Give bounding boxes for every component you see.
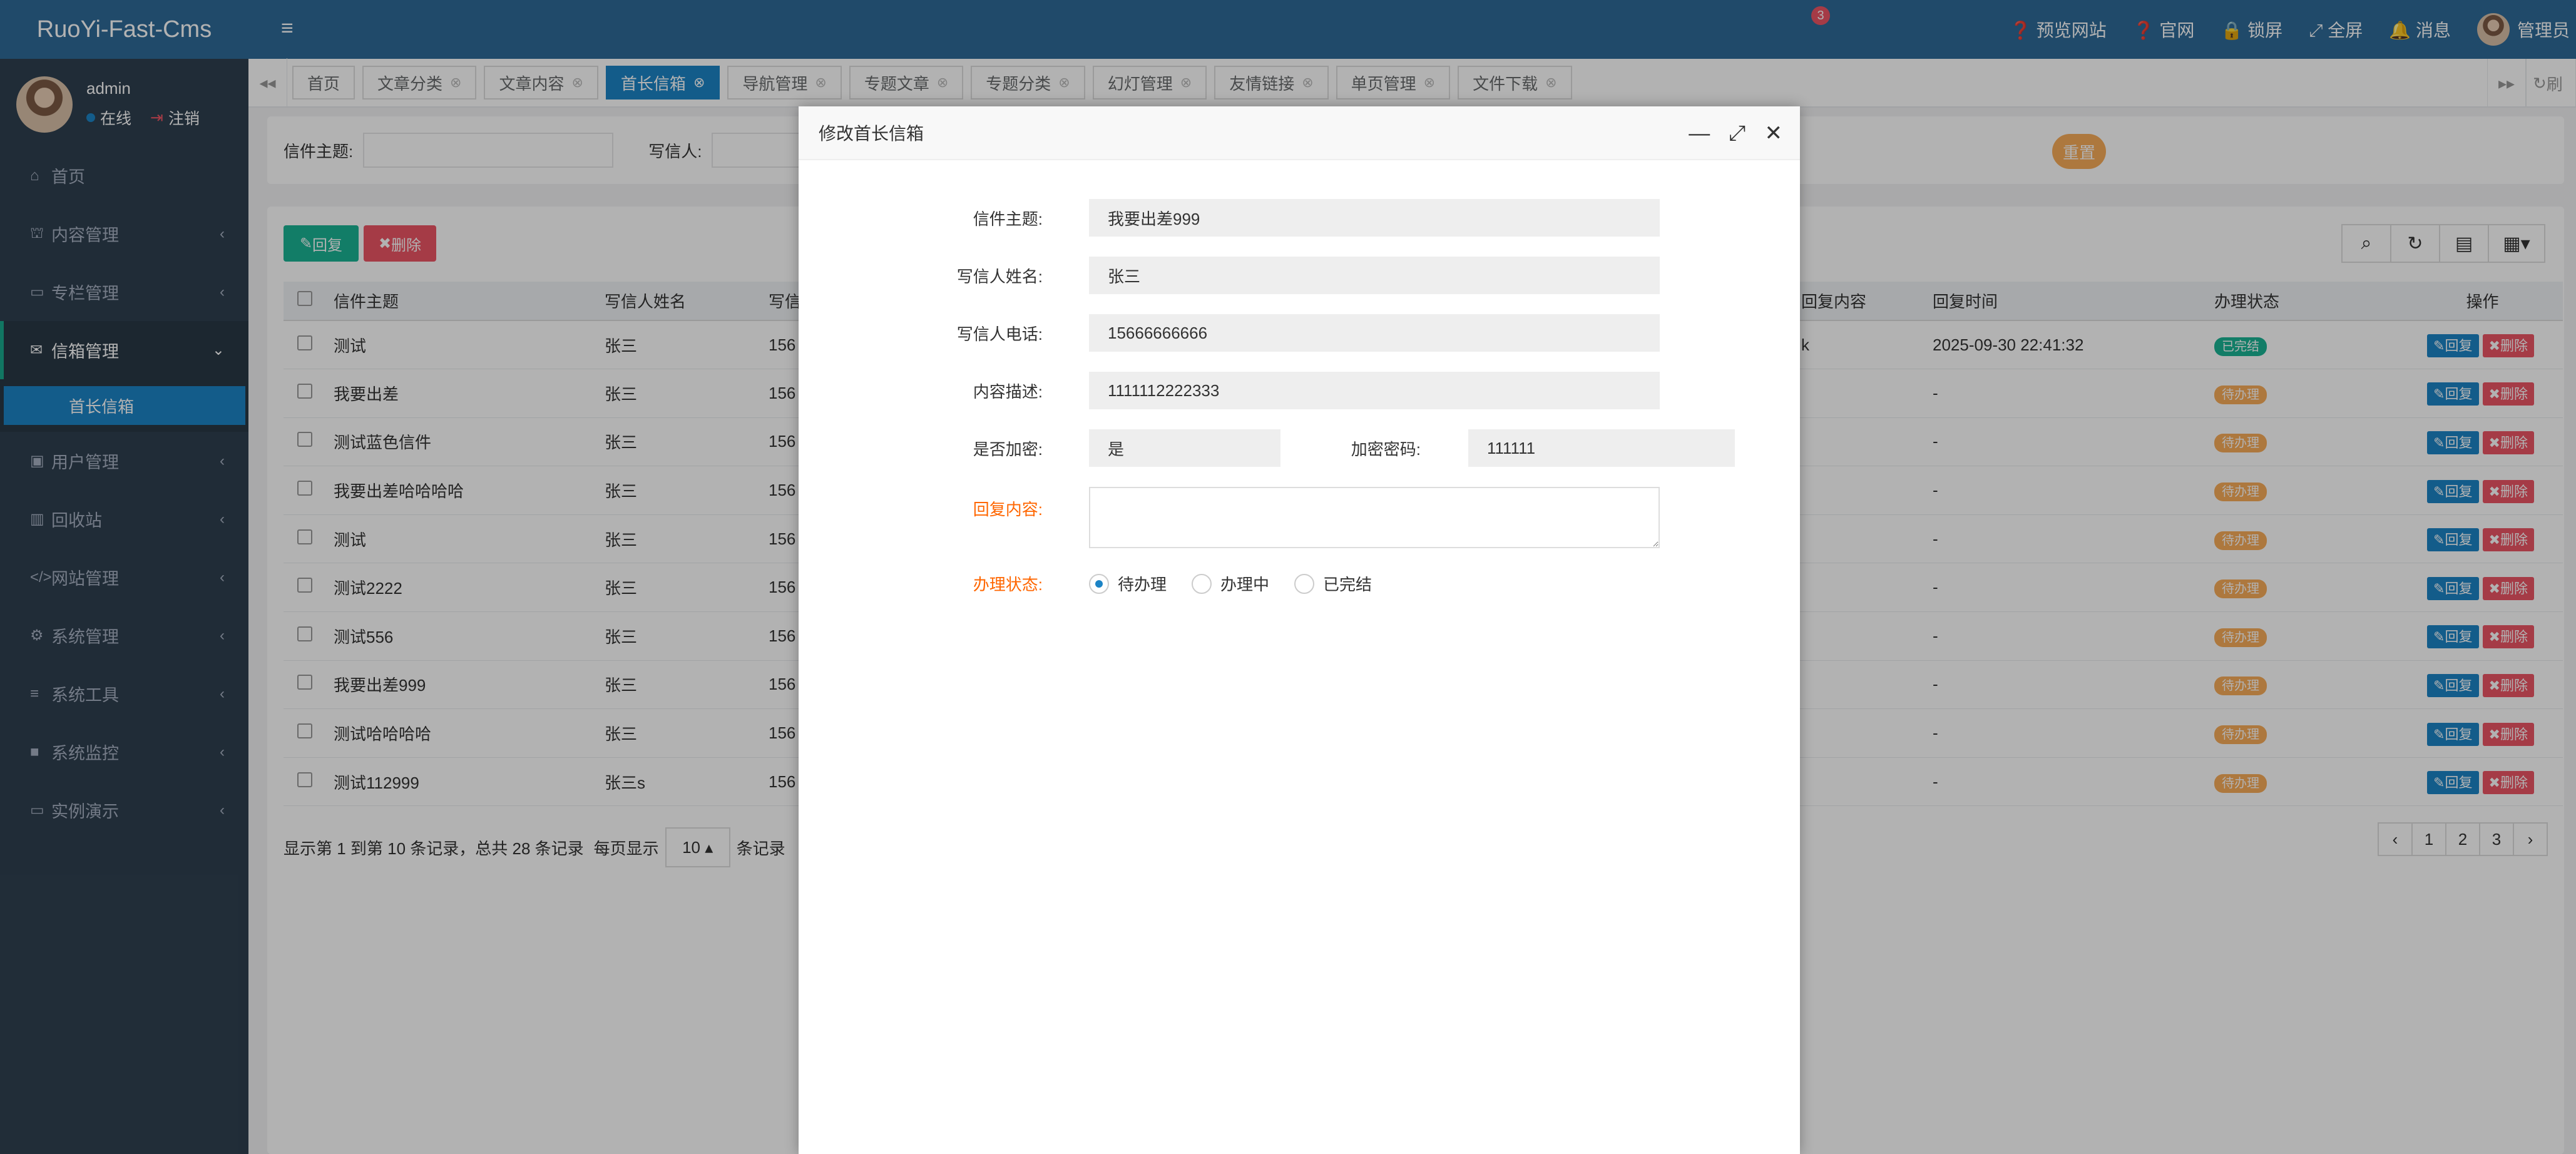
description-field[interactable]: 1111112222333	[1089, 372, 1660, 409]
reply-label: 回复内容:	[973, 500, 1043, 519]
encrypt-field[interactable]: 是	[1089, 429, 1280, 467]
status-option-completed[interactable]: 已完结	[1294, 572, 1372, 595]
subject-label: 信件主题:	[973, 209, 1043, 228]
encrypt-label: 是否加密:	[973, 439, 1043, 459]
reply-textarea[interactable]	[1089, 487, 1660, 548]
encrypt-row: 是否加密: 是 加密密码: 111111	[799, 429, 1735, 467]
subject-field[interactable]: 我要出差999	[1089, 199, 1660, 237]
status-option-pending[interactable]: 待办理	[1089, 572, 1167, 595]
phone-row: 写信人电话: 15666666666	[799, 314, 1660, 352]
radio-icon[interactable]	[1192, 573, 1212, 594]
dialog-title: 修改首长信箱	[819, 124, 924, 143]
writer-field[interactable]: 张三	[1089, 257, 1660, 294]
description-row: 内容描述: 1111112222333	[799, 372, 1660, 409]
close-icon[interactable]: ✕	[1765, 121, 1783, 146]
status-option-label: 已完结	[1323, 575, 1372, 594]
maximize-icon[interactable]: ⤢	[1729, 121, 1745, 146]
minimize-icon[interactable]: —	[1689, 121, 1710, 146]
status-option-label: 待办理	[1118, 575, 1167, 594]
edit-mailbox-dialog: 修改首长信箱 — ⤢ ✕ 信件主题: 我要出差999 写信人姓名: 张三 写信人…	[799, 106, 1800, 1154]
status-option-processing[interactable]: 办理中	[1192, 572, 1269, 595]
status-row: 办理状态: 待办理 办理中 已完结	[799, 572, 1372, 595]
radio-selected-icon[interactable]	[1089, 573, 1109, 594]
radio-icon[interactable]	[1294, 573, 1315, 594]
writer-row: 写信人姓名: 张三	[799, 257, 1660, 294]
dialog-header: 修改首长信箱 — ⤢ ✕	[799, 106, 1800, 160]
subject-row: 信件主题: 我要出差999	[799, 199, 1660, 237]
password-field[interactable]: 111111	[1468, 429, 1735, 467]
dialog-controls: — ⤢ ✕	[1689, 106, 1782, 160]
reply-row: 回复内容:	[799, 487, 1660, 548]
description-label: 内容描述:	[973, 382, 1043, 401]
status-label: 办理状态:	[973, 575, 1043, 594]
writer-label: 写信人姓名:	[956, 267, 1043, 286]
phone-field[interactable]: 15666666666	[1089, 314, 1660, 352]
status-option-label: 办理中	[1220, 575, 1270, 594]
phone-label: 写信人电话:	[956, 324, 1043, 344]
password-label: 加密密码:	[1351, 439, 1421, 459]
